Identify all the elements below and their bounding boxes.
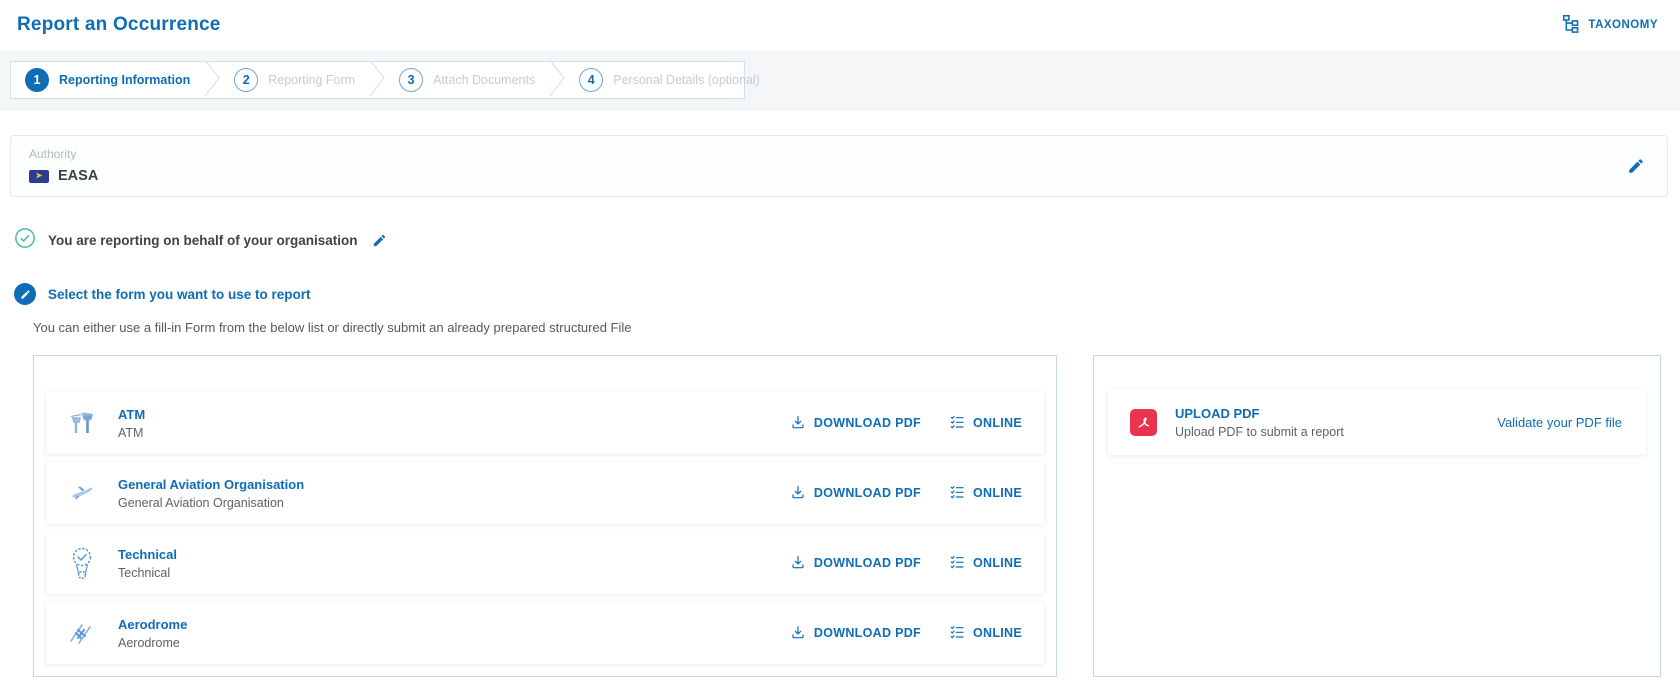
- form-texts: Technical Technical: [118, 547, 177, 580]
- validate-pdf-link[interactable]: Validate your PDF file: [1497, 415, 1622, 430]
- light-aircraft-icon: [66, 479, 98, 507]
- download-icon: [790, 624, 806, 643]
- page-header: Report an Occurrence TAXONOMY: [0, 0, 1680, 50]
- download-pdf-link[interactable]: DOWNLOAD PDF: [790, 554, 921, 573]
- pdf-file-icon: [1130, 409, 1157, 436]
- chevron-right-icon: [549, 60, 565, 101]
- step-label: Reporting Form: [268, 73, 355, 87]
- checklist-icon: [949, 624, 965, 643]
- certification-badge-icon: [66, 546, 98, 580]
- download-icon: [790, 554, 806, 573]
- download-pdf-label: DOWNLOAD PDF: [814, 486, 921, 500]
- taxonomy-sitemap-icon: [1562, 14, 1581, 36]
- online-link[interactable]: ONLINE: [949, 624, 1022, 643]
- authority-value: ➤ EASA: [29, 168, 98, 184]
- page-title: Report an Occurrence: [17, 14, 221, 36]
- download-icon: [790, 484, 806, 503]
- form-description: Technical: [118, 566, 177, 580]
- upload-pdf-link[interactable]: UPLOAD PDF: [1175, 406, 1344, 421]
- form-row-aerodrome: Aerodrome Aerodrome DOWNLOAD PDF ONLINE: [46, 602, 1044, 664]
- form-selection-heading: Select the form you want to use to repor…: [14, 283, 1680, 305]
- form-selection-description: You can either use a fill-in Form from t…: [33, 320, 1680, 335]
- taxonomy-label: TAXONOMY: [1588, 19, 1658, 31]
- checklist-icon: [949, 484, 965, 503]
- step-number-badge: 1: [25, 68, 49, 92]
- authority-info: Authority ➤ EASA: [29, 147, 98, 184]
- form-panels: ATM ATM DOWNLOAD PDF ONLINE: [33, 355, 1680, 677]
- online-label: ONLINE: [973, 416, 1022, 430]
- form-description: General Aviation Organisation: [118, 496, 304, 510]
- form-name-link[interactable]: Technical: [118, 547, 177, 562]
- download-pdf-label: DOWNLOAD PDF: [814, 626, 921, 640]
- row-actions: DOWNLOAD PDF ONLINE: [790, 624, 1022, 643]
- online-link[interactable]: ONLINE: [949, 554, 1022, 573]
- edit-circle-icon: [14, 283, 36, 305]
- download-pdf-label: DOWNLOAD PDF: [814, 556, 921, 570]
- checklist-icon: [949, 414, 965, 433]
- authority-label: Authority: [29, 147, 98, 161]
- form-row-general-aviation: General Aviation Organisation General Av…: [46, 462, 1044, 524]
- form-description: ATM: [118, 426, 145, 440]
- upload-pdf-description: Upload PDF to submit a report: [1175, 425, 1344, 439]
- upload-pdf-panel: UPLOAD PDF Upload PDF to submit a report…: [1093, 355, 1661, 677]
- step-label: Attach Documents: [433, 73, 535, 87]
- download-pdf-label: DOWNLOAD PDF: [814, 416, 921, 430]
- edit-authority-button[interactable]: [1625, 155, 1647, 177]
- fill-in-forms-panel: ATM ATM DOWNLOAD PDF ONLINE: [33, 355, 1057, 677]
- upload-pdf-card: UPLOAD PDF Upload PDF to submit a report…: [1108, 389, 1646, 455]
- easa-flag-icon: ➤: [29, 170, 49, 183]
- form-row-atm: ATM ATM DOWNLOAD PDF ONLINE: [46, 392, 1044, 454]
- step-number-badge: 3: [399, 68, 423, 92]
- taxonomy-button[interactable]: TAXONOMY: [1562, 14, 1658, 36]
- reporting-behalf-text: You are reporting on behalf of your orga…: [48, 233, 358, 248]
- download-pdf-link[interactable]: DOWNLOAD PDF: [790, 414, 921, 433]
- form-name-link[interactable]: Aerodrome: [118, 617, 187, 632]
- stepper-band: 1 Reporting Information 2 Reporting Form…: [0, 50, 1680, 111]
- online-label: ONLINE: [973, 486, 1022, 500]
- aerodrome-runway-icon: [66, 619, 98, 647]
- form-texts: General Aviation Organisation General Av…: [118, 477, 304, 510]
- step-personal-details[interactable]: 4 Personal Details (optional): [579, 68, 760, 92]
- row-actions: DOWNLOAD PDF ONLINE: [790, 554, 1022, 573]
- form-description: Aerodrome: [118, 636, 187, 650]
- pencil-icon: [1627, 163, 1645, 178]
- chevron-right-icon: [204, 60, 220, 101]
- authority-name: EASA: [58, 168, 98, 184]
- step-number-badge: 4: [579, 68, 603, 92]
- form-texts: ATM ATM: [118, 407, 145, 440]
- pencil-icon: [372, 236, 387, 251]
- step-label: Reporting Information: [59, 73, 190, 87]
- check-circle-icon: [14, 227, 36, 254]
- checklist-icon: [949, 554, 965, 573]
- upload-texts: UPLOAD PDF Upload PDF to submit a report: [1175, 406, 1344, 439]
- edit-behalf-button[interactable]: [370, 231, 389, 250]
- download-pdf-link[interactable]: DOWNLOAD PDF: [790, 484, 921, 503]
- form-selection-title: Select the form you want to use to repor…: [48, 287, 311, 302]
- online-link[interactable]: ONLINE: [949, 484, 1022, 503]
- download-pdf-link[interactable]: DOWNLOAD PDF: [790, 624, 921, 643]
- chevron-right-icon: [369, 60, 385, 101]
- form-name-link[interactable]: ATM: [118, 407, 145, 422]
- wizard-stepper: 1 Reporting Information 2 Reporting Form…: [10, 61, 745, 99]
- atm-tower-icon: [66, 409, 98, 437]
- row-actions: DOWNLOAD PDF ONLINE: [790, 484, 1022, 503]
- authority-card: Authority ➤ EASA: [10, 135, 1668, 197]
- online-label: ONLINE: [973, 626, 1022, 640]
- form-name-link[interactable]: General Aviation Organisation: [118, 477, 304, 492]
- online-link[interactable]: ONLINE: [949, 414, 1022, 433]
- step-label: Personal Details (optional): [613, 73, 760, 87]
- form-texts: Aerodrome Aerodrome: [118, 617, 187, 650]
- download-icon: [790, 414, 806, 433]
- step-attach-documents[interactable]: 3 Attach Documents: [399, 68, 535, 92]
- step-number-badge: 2: [234, 68, 258, 92]
- row-actions: DOWNLOAD PDF ONLINE: [790, 414, 1022, 433]
- online-label: ONLINE: [973, 556, 1022, 570]
- step-reporting-information[interactable]: 1 Reporting Information: [25, 68, 190, 92]
- step-reporting-form[interactable]: 2 Reporting Form: [234, 68, 355, 92]
- form-row-technical: Technical Technical DOWNLOAD PDF ONLINE: [46, 532, 1044, 594]
- reporting-behalf-row: You are reporting on behalf of your orga…: [14, 227, 1680, 254]
